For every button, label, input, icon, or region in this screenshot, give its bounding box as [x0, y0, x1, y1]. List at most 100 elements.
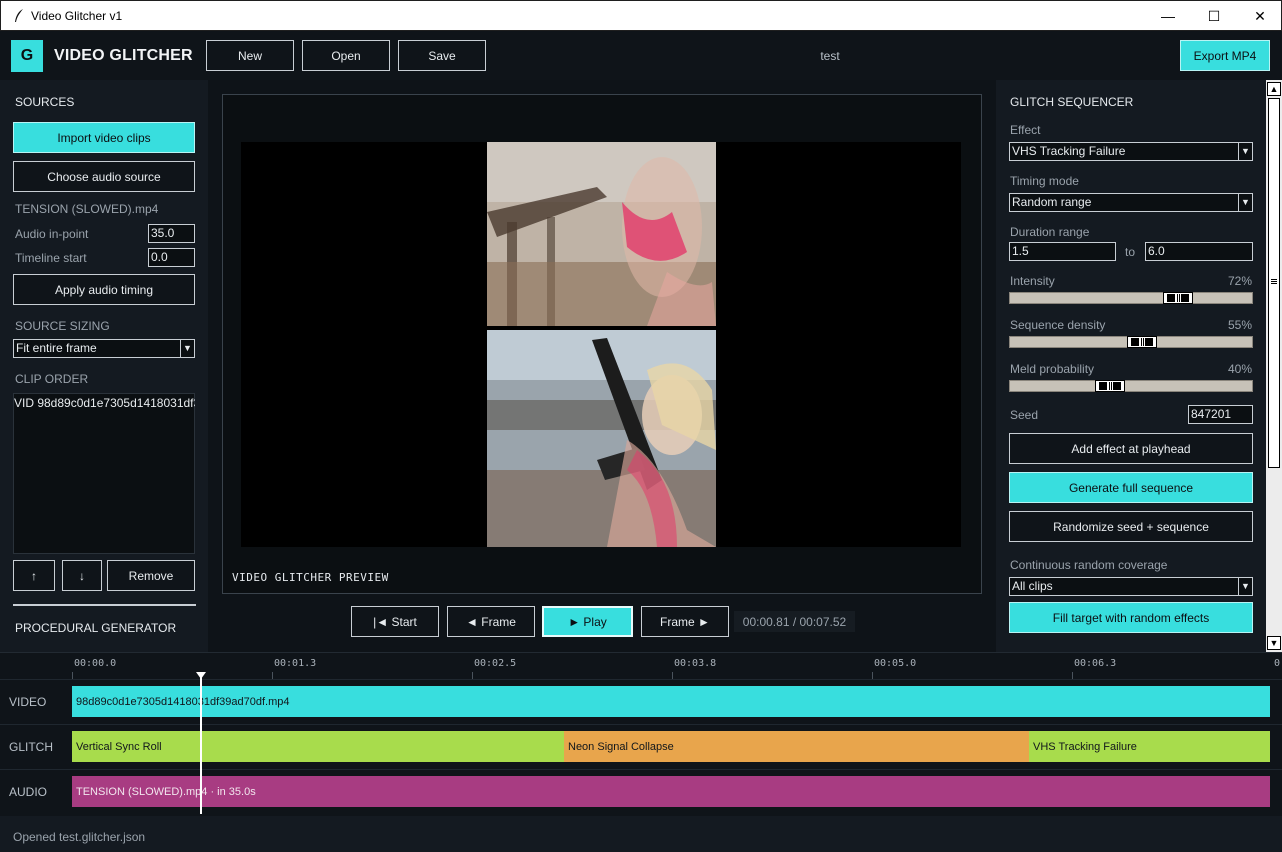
procedural-generator-heading[interactable]: PROCEDURAL GENERATOR — [15, 621, 176, 635]
meld-probability-slider[interactable] — [1009, 380, 1253, 392]
ruler-label: 00:00.0 — [74, 658, 117, 669]
move-down-button[interactable]: ↓ — [62, 560, 102, 591]
project-name: test — [820, 49, 840, 63]
maximize-button[interactable]: ☐ — [1191, 1, 1237, 31]
meld-probability-percent: 40% — [1227, 362, 1252, 376]
source-sizing-select[interactable]: Fit entire frame ▼ — [13, 339, 195, 358]
video-frame-top — [487, 142, 716, 326]
clip-order-list[interactable]: VID 98d89c0d1e7305d1418031df39ad70df.mp4 — [13, 393, 195, 554]
effect-select[interactable]: VHS Tracking Failure ▼ — [1009, 142, 1253, 161]
import-video-clips-button[interactable]: Import video clips — [13, 122, 195, 153]
continuous-coverage-label: Continuous random coverage — [1010, 558, 1168, 572]
close-icon: ✕ — [1254, 7, 1266, 24]
add-effect-at-playhead-button[interactable]: Add effect at playhead — [1009, 433, 1253, 464]
intensity-percent: 72% — [1227, 274, 1252, 288]
timecode-readout: 00:00.81 / 00:07.52 — [734, 611, 855, 632]
move-up-button[interactable]: ↑ — [13, 560, 55, 591]
seed-label: Seed — [1010, 408, 1039, 422]
duration-range-label: Duration range — [1010, 225, 1090, 239]
next-frame-button[interactable]: Frame ► — [641, 606, 729, 637]
app-name: VIDEO GLITCHER — [54, 47, 193, 64]
audio-inpoint-label: Audio in-point — [15, 227, 89, 241]
play-button[interactable]: ► Play — [542, 606, 633, 637]
track-label-audio: AUDIO — [9, 785, 48, 799]
randomize-seed-sequence-button[interactable]: Randomize seed + sequence — [1009, 511, 1253, 542]
close-button[interactable]: ✕ — [1237, 1, 1282, 31]
coverage-select[interactable]: All clips ▼ — [1009, 577, 1253, 596]
choose-audio-source-button[interactable]: Choose audio source — [13, 161, 195, 192]
chevron-down-icon: ▼ — [1238, 194, 1252, 211]
intensity-slider[interactable] — [1009, 292, 1253, 304]
track-divider — [0, 679, 1282, 680]
effect-label: Effect — [1010, 123, 1041, 137]
chevron-down-icon: ▼ — [1238, 578, 1252, 595]
new-button[interactable]: New — [206, 40, 294, 71]
source-sizing-value: Fit entire frame — [16, 341, 97, 355]
apply-audio-timing-button[interactable]: Apply audio timing — [13, 274, 195, 305]
intensity-label: Intensity — [1010, 274, 1055, 288]
audio-inpoint-field[interactable]: 35.0 — [148, 224, 195, 243]
track-label-video: VIDEO — [9, 695, 47, 709]
slider-thumb[interactable] — [1095, 380, 1125, 392]
audio-clip-bar[interactable]: TENSION (SLOWED).mp4 · in 35.0s — [72, 776, 1270, 807]
minimize-icon: — — [1161, 8, 1175, 24]
app-logo: G — [11, 40, 43, 72]
sources-heading: SOURCES — [15, 95, 75, 109]
scene-image-top — [487, 142, 716, 326]
status-bar — [0, 816, 1282, 852]
meld-probability-label: Meld probability — [1010, 362, 1095, 376]
sequence-density-label: Sequence density — [1010, 318, 1106, 332]
glitch-clip-bar[interactable]: Vertical Sync Roll — [72, 731, 564, 762]
open-button[interactable]: Open — [302, 40, 390, 71]
ruler-label: 00:01.3 — [274, 658, 317, 669]
scroll-up-icon[interactable]: ▲ — [1267, 82, 1281, 96]
window-title: Video Glitcher v1 — [31, 9, 123, 23]
generate-full-sequence-button[interactable]: Generate full sequence — [1009, 472, 1253, 503]
status-message: Opened test.glitcher.json — [13, 830, 146, 844]
scroll-down-icon[interactable]: ▼ — [1267, 636, 1281, 650]
window-titlebar: Video Glitcher v1 — ☐ ✕ — [0, 0, 1282, 31]
ruler-label: 00:03.8 — [674, 658, 717, 669]
remove-clip-button[interactable]: Remove — [107, 560, 195, 591]
duration-to-label: to — [1125, 245, 1136, 259]
timing-mode-label: Timing mode — [1010, 174, 1079, 188]
sequence-density-slider[interactable] — [1009, 336, 1253, 348]
duration-max-field[interactable]: 6.0 — [1145, 242, 1253, 261]
feather-icon — [15, 9, 23, 22]
glitch-clip-bar[interactable]: Neon Signal Collapse — [564, 731, 1029, 762]
preview-label: VIDEO GLITCHER PREVIEW — [232, 571, 389, 584]
timeline-start-field[interactable]: 0.0 — [148, 248, 195, 267]
save-button[interactable]: Save — [398, 40, 486, 71]
ruler-label: 00:02.5 — [474, 658, 517, 669]
seed-field[interactable]: 847201 — [1188, 405, 1253, 424]
track-divider — [0, 724, 1282, 725]
previous-frame-button[interactable]: ◄ Frame — [447, 606, 535, 637]
timing-mode-value: Random range — [1012, 195, 1092, 209]
playhead[interactable] — [200, 677, 202, 814]
fill-random-effects-button[interactable]: Fill target with random effects — [1009, 602, 1253, 633]
go-to-start-button[interactable]: |◄ Start — [351, 606, 439, 637]
glitch-sequencer-heading: GLITCH SEQUENCER — [1010, 95, 1134, 109]
timing-mode-select[interactable]: Random range ▼ — [1009, 193, 1253, 212]
chevron-down-icon: ▼ — [180, 340, 194, 357]
section-divider — [13, 604, 196, 606]
slider-thumb[interactable] — [1163, 292, 1193, 304]
audio-file-name: TENSION (SLOWED).mp4 — [15, 202, 159, 216]
video-clip-bar[interactable]: 98d89c0d1e7305d1418031df39ad70df.mp4 — [72, 686, 1270, 717]
export-mp4-button[interactable]: Export MP4 — [1180, 40, 1270, 71]
scrollbar-thumb[interactable] — [1268, 98, 1280, 468]
sequencer-scrollbar[interactable]: ▲ ▼ — [1266, 80, 1282, 652]
source-sizing-heading: SOURCE SIZING — [15, 319, 110, 333]
glitch-clip-bar[interactable]: VHS Tracking Failure — [1029, 731, 1270, 762]
slider-thumb[interactable] — [1127, 336, 1157, 348]
clip-order-heading: CLIP ORDER — [15, 372, 89, 386]
list-item[interactable]: VID 98d89c0d1e7305d1418031df39ad70df.mp4 — [14, 396, 195, 410]
maximize-icon: ☐ — [1207, 7, 1221, 24]
duration-min-field[interactable]: 1.5 — [1009, 242, 1116, 261]
chevron-down-icon: ▼ — [1238, 143, 1252, 160]
minimize-button[interactable]: — — [1145, 1, 1191, 31]
arrow-up-icon: ↑ — [31, 568, 37, 583]
track-divider — [0, 769, 1282, 770]
effect-value: VHS Tracking Failure — [1012, 144, 1126, 158]
coverage-value: All clips — [1012, 579, 1053, 593]
